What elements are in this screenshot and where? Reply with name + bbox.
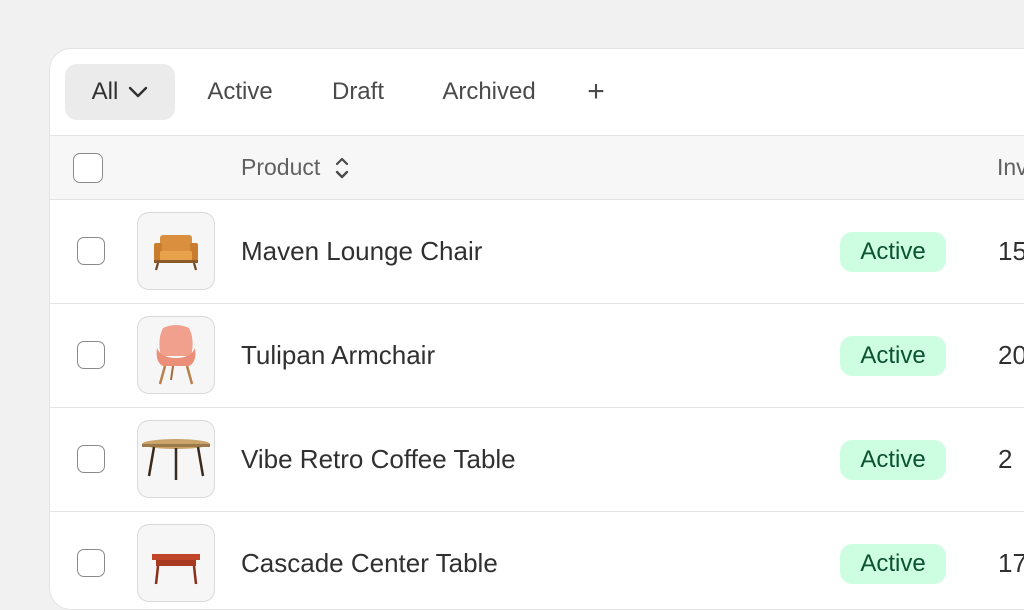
row-checkbox[interactable] — [77, 549, 105, 577]
inventory-column-header[interactable]: Inv — [997, 154, 1024, 181]
table-row[interactable]: Cascade Center Table Active 17 — [50, 512, 1024, 609]
select-all-checkbox[interactable] — [73, 153, 103, 183]
product-name[interactable]: Cascade Center Table — [241, 548, 498, 579]
tab-archived[interactable]: Archived — [426, 64, 552, 120]
filter-tabs: All Active Draft Archived + — [50, 49, 1024, 136]
coffee-table-image — [137, 420, 215, 498]
tab-all[interactable]: All — [65, 64, 175, 120]
inventory-value: 15 — [998, 236, 1024, 266]
status-badge: Active — [840, 336, 946, 376]
product-name[interactable]: Tulipan Armchair — [241, 340, 435, 371]
status-badge: Active — [840, 440, 946, 480]
tab-draft[interactable]: Draft — [315, 64, 401, 120]
product-column-label: Product — [241, 154, 321, 180]
table-row[interactable]: Tulipan Armchair Active 20 — [50, 304, 1024, 408]
armchair-image — [137, 316, 215, 394]
status-badge: Active — [840, 544, 946, 584]
table-row[interactable]: Vibe Retro Coffee Table Active 2 — [50, 408, 1024, 512]
inventory-value: 17 — [998, 548, 1024, 578]
row-checkbox[interactable] — [77, 237, 105, 265]
inventory-value: 2 — [998, 444, 1013, 474]
products-table-card: All Active Draft Archived + Product Inv — [49, 48, 1024, 610]
table-header: Product Inv — [50, 136, 1024, 200]
lounge-chair-image — [137, 212, 215, 290]
add-view-button[interactable]: + — [578, 64, 614, 120]
status-badge: Active — [840, 232, 946, 272]
product-name[interactable]: Vibe Retro Coffee Table — [241, 444, 516, 475]
sort-icon[interactable] — [334, 155, 350, 181]
center-table-image — [137, 524, 215, 602]
row-checkbox[interactable] — [77, 341, 105, 369]
row-checkbox[interactable] — [77, 445, 105, 473]
inventory-value: 20 — [998, 340, 1024, 370]
table-row[interactable]: Maven Lounge Chair Active 15 — [50, 200, 1024, 304]
product-column-header[interactable]: Product — [241, 154, 350, 181]
chevron-down-icon — [128, 86, 148, 98]
tab-all-label: All — [91, 78, 119, 105]
tab-active[interactable]: Active — [188, 64, 292, 120]
product-name[interactable]: Maven Lounge Chair — [241, 236, 482, 267]
